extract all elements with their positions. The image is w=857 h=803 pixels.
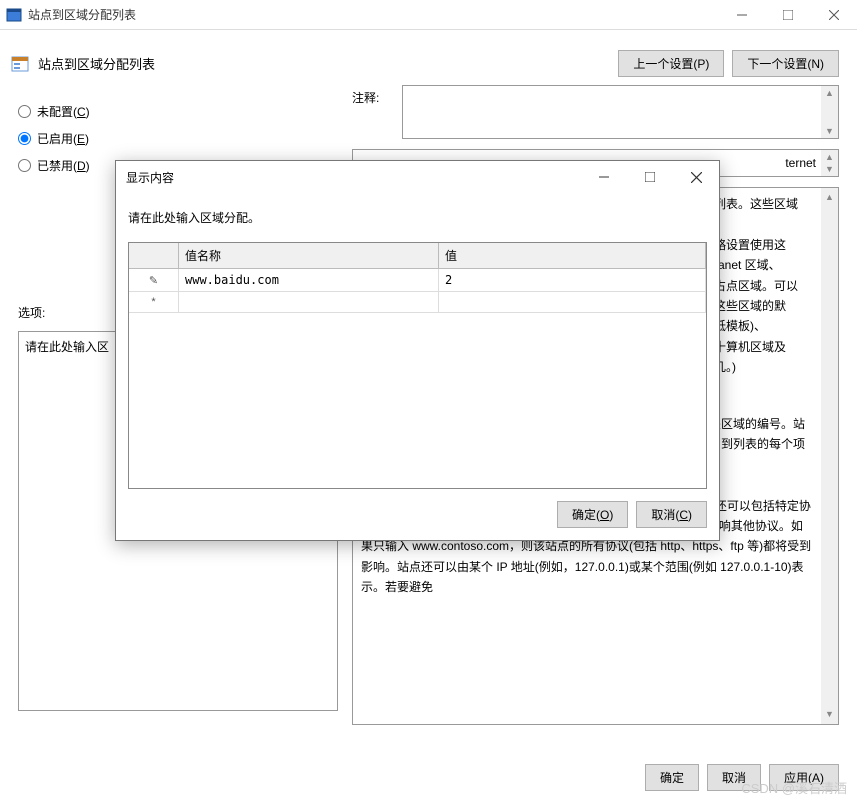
watermark: CSDN @溪石清酒 (741, 778, 847, 797)
grid-header-row: 值名称 值 (129, 243, 706, 269)
dialog-ok-button[interactable]: 确定(O) (557, 501, 628, 528)
scroll-up-icon[interactable]: ▲ (825, 152, 834, 162)
row-new-indicator: * (129, 292, 179, 312)
grid-new-row[interactable]: * (129, 292, 706, 313)
dialog-instruction: 请在此处输入区域分配。 (128, 209, 707, 226)
maximize-button[interactable] (765, 0, 811, 30)
window-titlebar: 站点到区域分配列表 (0, 0, 857, 30)
grid-cell-name[interactable]: www.baidu.com (179, 269, 439, 291)
radio-enabled-label[interactable]: 已启用(E) (37, 130, 89, 147)
scroll-up-icon[interactable]: ▲ (825, 88, 834, 98)
scroll-up-icon[interactable]: ▲ (825, 190, 834, 205)
radio-not-configured[interactable] (18, 105, 31, 118)
help-scrollbar[interactable]: ▲ ▼ (821, 188, 838, 724)
grid-header-name[interactable]: 值名称 (179, 243, 439, 268)
show-contents-dialog: 显示内容 请在此处输入区域分配。 值名称 值 ✎ www.baidu.com 2… (115, 160, 720, 541)
grid-header-indicator (129, 243, 179, 268)
dialog-close-button[interactable] (673, 161, 719, 193)
scroll-down-icon[interactable]: ▼ (825, 126, 834, 136)
next-setting-button[interactable]: 下一个设置(N) (732, 50, 839, 77)
radio-not-configured-label[interactable]: 未配置(C) (37, 103, 90, 120)
dialog-title: 显示内容 (126, 169, 581, 186)
support-text-fragment: ternet (785, 156, 816, 170)
comment-textarea[interactable]: ▲ ▼ (402, 85, 839, 139)
grid-new-name[interactable] (179, 292, 439, 312)
close-button[interactable] (811, 0, 857, 30)
grid-empty-area (129, 313, 706, 488)
row-edit-indicator: ✎ (129, 269, 179, 291)
scroll-down-icon[interactable]: ▼ (825, 164, 834, 174)
comment-scrollbar[interactable]: ▲ ▼ (821, 86, 838, 138)
window-title: 站点到区域分配列表 (28, 6, 719, 23)
dialog-maximize-button[interactable] (627, 161, 673, 193)
app-icon (6, 7, 22, 23)
prev-setting-button[interactable]: 上一个设置(P) (618, 50, 724, 77)
comment-label: 注释: (352, 85, 402, 139)
radio-enabled[interactable] (18, 132, 31, 145)
grid-new-value[interactable] (439, 292, 706, 312)
radio-disabled-label[interactable]: 已禁用(D) (37, 157, 90, 174)
policy-icon (10, 54, 30, 74)
value-grid[interactable]: 值名称 值 ✎ www.baidu.com 2 * (128, 242, 707, 489)
minimize-button[interactable] (719, 0, 765, 30)
grid-row[interactable]: ✎ www.baidu.com 2 (129, 269, 706, 292)
grid-cell-value[interactable]: 2 (439, 269, 706, 291)
support-scrollbar[interactable]: ▲ ▼ (821, 150, 838, 176)
dialog-minimize-button[interactable] (581, 161, 627, 193)
options-placeholder-text: 请在此处输入区 (25, 340, 109, 354)
ok-button[interactable]: 确定 (645, 764, 699, 791)
help-right-fragments: 列表。这些区域 略设置使用这 ranet 区域、 占点区域。可以 这些区域的默 … (714, 194, 814, 378)
pencil-icon: ✎ (149, 274, 158, 287)
page-title: 站点到区域分配列表 (38, 54, 618, 73)
scroll-down-icon[interactable]: ▼ (825, 707, 834, 722)
radio-disabled[interactable] (18, 159, 31, 172)
header-row: 站点到区域分配列表 上一个设置(P) 下一个设置(N) (0, 30, 857, 85)
dialog-titlebar: 显示内容 (116, 161, 719, 193)
asterisk-icon: * (151, 296, 155, 308)
dialog-cancel-button[interactable]: 取消(C) (636, 501, 707, 528)
grid-header-value[interactable]: 值 (439, 243, 706, 268)
